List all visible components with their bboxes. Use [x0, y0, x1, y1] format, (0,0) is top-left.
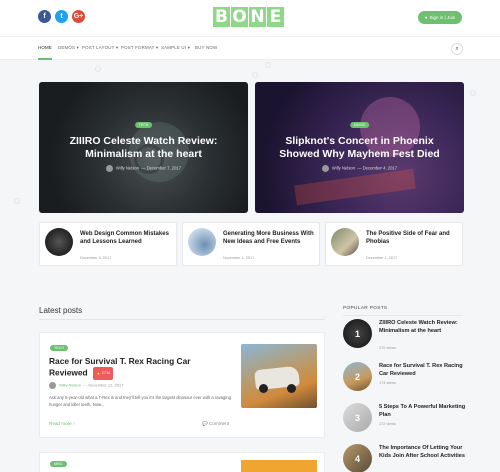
divider: [343, 315, 463, 316]
active-nav-indicator: [38, 58, 52, 60]
hero-title[interactable]: Slipknot's Concert in Phoenix Showed Why…: [267, 135, 452, 161]
facebook-icon[interactable]: f: [38, 10, 51, 23]
popular-title[interactable]: Race for Survival T. Rex Racing Car Revi…: [379, 363, 469, 378]
card-thumbnail[interactable]: [45, 228, 73, 256]
logo-letter: N: [249, 7, 266, 27]
logo-letter: O: [231, 7, 248, 27]
rank-number: 1: [354, 328, 360, 339]
site-logo[interactable]: B O N E: [213, 7, 284, 27]
nav-item-buy-now[interactable]: BUY NOW: [195, 45, 217, 50]
card-date: December 1, 2017: [366, 256, 398, 260]
popular-post-item[interactable]: 4 The Importance Of Letting Your Kids Jo…: [343, 444, 468, 472]
avatar: [321, 165, 329, 172]
twitter-icon[interactable]: t: [55, 10, 68, 23]
post-thumbnail[interactable]: [241, 460, 317, 472]
popular-post-item[interactable]: 2 Race for Survival T. Rex Racing Car Re…: [343, 362, 468, 398]
background-dot: [252, 72, 258, 78]
background-dot: [470, 90, 476, 96]
rank-number: 4: [354, 453, 360, 464]
card-thumbnail[interactable]: [331, 228, 359, 256]
sign-in-label: Sign in | Join: [429, 15, 456, 20]
nav-item-demos[interactable]: DEMOS ▾: [58, 45, 79, 51]
card-thumbnail[interactable]: [188, 228, 216, 256]
author-name[interactable]: Willy Nelson: [59, 383, 81, 388]
rank-number: 3: [354, 412, 360, 423]
read-more-link[interactable]: Read more ›: [49, 421, 75, 426]
post-title-text[interactable]: Race for Survival T. Rex Racing Car Revi…: [49, 356, 191, 378]
post-date: December 12, 2017: [88, 382, 124, 388]
category-tag[interactable]: TECH: [50, 345, 68, 351]
nav-item-post-layout[interactable]: POST LAYOUT ▾: [82, 45, 118, 51]
social-links: f t G+: [38, 10, 85, 23]
author-name[interactable]: Willy Nelson: [116, 166, 139, 171]
hero-meta: Willy Nelson — December 7, 2017: [39, 165, 248, 172]
nav-item-post-format[interactable]: POST FORMAT ▾: [121, 45, 158, 51]
wheel: [259, 384, 268, 393]
category-tag[interactable]: MUSIC: [349, 122, 370, 128]
hero-image: [294, 168, 416, 206]
view-count: 174 views: [379, 381, 396, 385]
featured-card[interactable]: Generating More Business With New Ideas …: [182, 222, 320, 266]
google-plus-icon[interactable]: G+: [72, 10, 85, 23]
popular-posts-title: POPULAR POSTS: [343, 306, 388, 311]
popular-title[interactable]: The Importance Of Letting Your Kids Join…: [379, 445, 469, 460]
background-dot: [95, 66, 101, 72]
post-card[interactable]: TECH Race for Survival T. Rex Racing Car…: [39, 332, 325, 438]
logo-letter: B: [213, 7, 230, 27]
author-name[interactable]: Willy Nelson: [332, 166, 355, 171]
view-count: 270 views: [379, 346, 396, 350]
card-title[interactable]: Generating More Business With New Ideas …: [223, 230, 317, 246]
post-title[interactable]: Race for Survival T. Rex Racing Car Revi…: [49, 356, 209, 380]
post-date: December 7, 2017: [146, 165, 182, 171]
sign-in-button[interactable]: ● Sign in | Join: [418, 11, 462, 24]
popular-post-item[interactable]: 1 ZIIIRO Celeste Watch Review: Minimalis…: [343, 319, 468, 355]
section-title: Latest posts: [39, 306, 83, 315]
popular-post-item[interactable]: 3 5 Steps To A Powerful Marketing Plan 1…: [343, 403, 468, 439]
post-excerpt: Ask any 5-year-old what a T-Rex is and t…: [49, 395, 231, 407]
hero-title[interactable]: ZIIIRO Celeste Watch Review: Minimalism …: [51, 135, 236, 161]
user-icon: ●: [424, 15, 428, 20]
logo-letter: E: [267, 7, 284, 27]
wheel: [287, 384, 296, 393]
post-card[interactable]: MISC: [39, 452, 325, 472]
card-date: November 1, 2017: [223, 256, 255, 260]
hero-post[interactable]: TECH ZIIIRO Celeste Watch Review: Minima…: [39, 82, 248, 213]
hot-badge: 🔥 2710: [92, 367, 114, 380]
nav-item-home[interactable]: HOME: [38, 45, 52, 50]
search-icon[interactable]: ⌕: [451, 43, 463, 55]
popular-title[interactable]: ZIIIRO Celeste Watch Review: Minimalism …: [379, 320, 469, 335]
top-bar: f t G+ B O N E ● Sign in | Join: [0, 0, 500, 36]
post-thumbnail[interactable]: [241, 344, 317, 408]
post-date: December 4, 2017: [362, 165, 398, 171]
avatar: [105, 165, 113, 172]
rank-number: 2: [354, 371, 360, 382]
comment-link[interactable]: 💬 Comment: [202, 421, 229, 427]
view-count: 172 views: [379, 422, 396, 426]
main-nav: HOME DEMOS ▾ POST LAYOUT ▾ POST FORMAT ▾…: [0, 36, 500, 60]
nav-item-sample-ui[interactable]: SAMPLE UI ▾: [161, 45, 190, 51]
background-dot: [14, 198, 20, 204]
avatar: [49, 382, 56, 389]
category-tag[interactable]: MISC: [50, 461, 67, 467]
featured-card[interactable]: The Positive Side of Fear and Phobias De…: [325, 222, 463, 266]
card-title[interactable]: Web Design Common Mistakes and Lessons L…: [80, 230, 174, 246]
category-tag[interactable]: TECH: [134, 122, 153, 128]
hero-post[interactable]: MUSIC Slipknot's Concert in Phoenix Show…: [255, 82, 464, 213]
card-title[interactable]: The Positive Side of Fear and Phobias: [366, 230, 460, 246]
divider: [39, 319, 325, 320]
hero-meta: Willy Nelson — December 4, 2017: [255, 165, 464, 172]
card-date: December 3, 2017: [80, 256, 112, 260]
post-meta: Willy Nelson — December 12, 2017: [49, 382, 124, 389]
popular-title[interactable]: 5 Steps To A Powerful Marketing Plan: [379, 404, 469, 419]
featured-card[interactable]: Web Design Common Mistakes and Lessons L…: [39, 222, 177, 266]
background-dot: [265, 62, 271, 68]
